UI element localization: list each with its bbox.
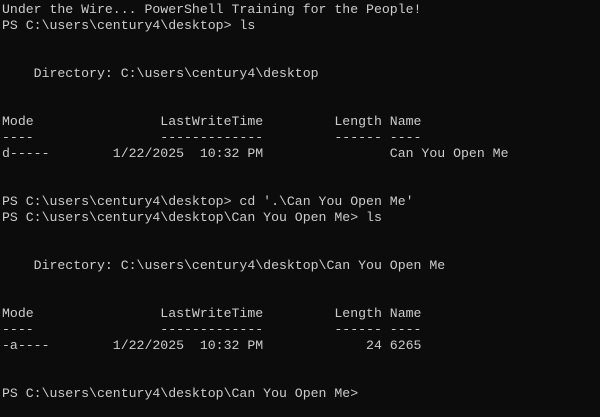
listing-column-headers: Mode LastWriteTime Length Name [2, 114, 422, 129]
prompt-ls-command: PS C:\users\century4\desktop> ls [2, 18, 256, 33]
listing-column-underlines: ---- ------------- ------ ---- [2, 130, 422, 145]
listing-row: -a---- 1/22/2025 10:32 PM 24 6265 [2, 338, 422, 353]
listing-column-underlines: ---- ------------- ------ ---- [2, 322, 422, 337]
directory-header: Directory: C:\users\century4\desktop\Can… [2, 258, 446, 273]
prompt-ls-command: PS C:\users\century4\desktop\Can You Ope… [2, 210, 382, 225]
directory-header: Directory: C:\users\century4\desktop [2, 66, 319, 81]
prompt-cd-command: PS C:\users\century4\desktop> cd '.\Can … [2, 194, 414, 209]
listing-row: d----- 1/22/2025 10:32 PM Can You Open M… [2, 146, 509, 161]
listing-column-headers: Mode LastWriteTime Length Name [2, 306, 422, 321]
powershell-terminal[interactable]: Under the Wire... PowerShell Training fo… [0, 0, 600, 417]
banner-line: Under the Wire... PowerShell Training fo… [2, 2, 422, 17]
current-prompt[interactable]: PS C:\users\century4\desktop\Can You Ope… [2, 386, 600, 402]
